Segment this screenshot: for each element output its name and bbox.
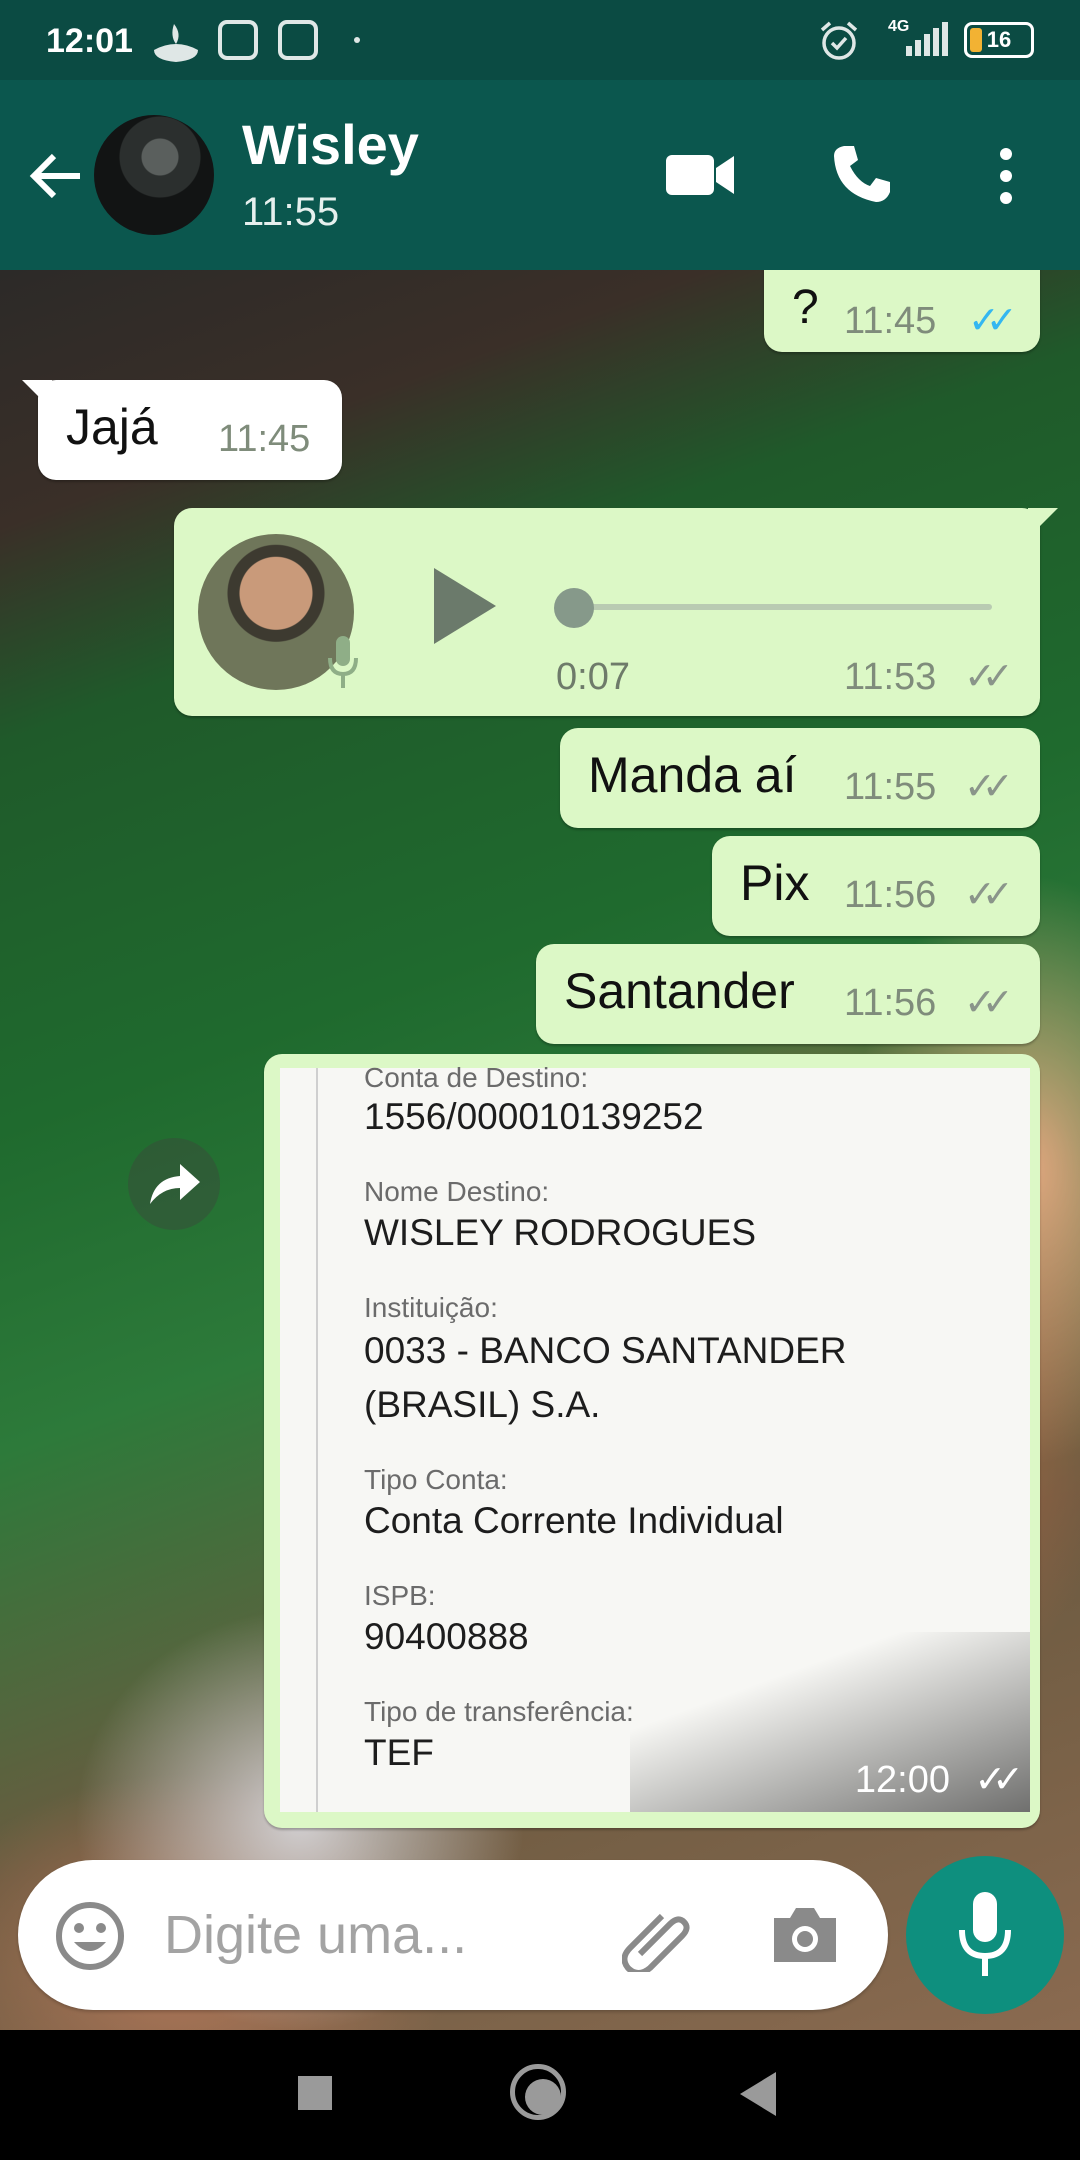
signal-icon bbox=[906, 22, 948, 56]
receipt-label: Tipo de transferência: bbox=[364, 1696, 634, 1727]
forward-icon bbox=[150, 1164, 200, 1204]
receipt-value: 90400888 bbox=[364, 1616, 529, 1657]
audio-progress-track[interactable] bbox=[574, 604, 992, 610]
message-bubble-outgoing[interactable]: Pix 11:56 ✓✓ bbox=[712, 836, 1040, 936]
image-shade bbox=[630, 1632, 1030, 1812]
emoji-icon[interactable] bbox=[54, 1900, 126, 1972]
contact-last-seen: 11:55 bbox=[242, 190, 340, 234]
home-button-inner-icon bbox=[525, 2079, 561, 2115]
mic-icon bbox=[959, 1892, 1011, 1976]
message-text: ? bbox=[792, 281, 819, 334]
voice-message-bubble[interactable]: 0:07 11:53 ✓✓ bbox=[174, 508, 1058, 716]
play-icon[interactable] bbox=[434, 568, 496, 644]
system-navigation-bar bbox=[0, 2030, 1080, 2160]
receipt-label: Conta de Destino: bbox=[364, 1062, 589, 1093]
delivered-ticks-icon: ✓✓ bbox=[964, 766, 1014, 808]
message-bubble-outgoing[interactable]: ? 11:45 ✓✓ bbox=[764, 270, 1040, 352]
receipt-label: Instituição: bbox=[364, 1292, 498, 1323]
chat-header: Wisley 11:55 bbox=[0, 80, 1080, 270]
read-receipt-icon: ✓✓ bbox=[968, 300, 1018, 342]
receipt-value: WISLEY RODROGUES bbox=[364, 1212, 757, 1253]
status-time: 12:01 bbox=[46, 22, 133, 60]
audio-duration: 0:07 bbox=[556, 656, 630, 698]
delivered-ticks-icon: ✓✓ bbox=[974, 1759, 1024, 1801]
receipt-value: 1556/000010139252 bbox=[364, 1096, 704, 1137]
bubble-tail bbox=[1028, 508, 1058, 538]
voice-record-button[interactable] bbox=[906, 1856, 1064, 2014]
more-notifications-dot-icon bbox=[354, 37, 360, 43]
message-text: Jajá bbox=[66, 399, 158, 455]
delivered-ticks-icon: ✓✓ bbox=[964, 982, 1014, 1024]
message-text: Manda aí bbox=[588, 747, 797, 803]
mic-icon bbox=[328, 636, 358, 688]
bubble-tail bbox=[22, 380, 52, 410]
camera-icon[interactable] bbox=[770, 1904, 840, 1966]
receipt-label: ISPB: bbox=[364, 1580, 436, 1611]
alarm-icon bbox=[820, 21, 858, 60]
paperclip-icon[interactable] bbox=[622, 1902, 692, 1972]
battery-icon: 16 bbox=[964, 22, 1034, 58]
contact-name[interactable]: Wisley bbox=[242, 112, 419, 177]
receipt-value: 0033 - BANCO SANTANDER bbox=[364, 1330, 847, 1371]
message-time: 11:45 bbox=[218, 418, 311, 460]
status-bar: 12:01 4G 16 bbox=[0, 0, 1080, 80]
message-time: 11:53 bbox=[844, 656, 937, 698]
message-bubble-outgoing[interactable]: Manda aí 11:55 ✓✓ bbox=[560, 728, 1040, 828]
delivered-ticks-icon: ✓✓ bbox=[964, 874, 1014, 916]
message-time: 11:56 bbox=[844, 982, 937, 1024]
receipt-value: (BRASIL) S.A. bbox=[364, 1384, 601, 1425]
message-time: 12:00 bbox=[854, 1759, 950, 1801]
contact-avatar[interactable] bbox=[94, 115, 214, 235]
chat-background: ? 11:45 ✓✓ Jajá 11:45 0:07 11:53 ✓✓ Mand… bbox=[0, 270, 1080, 2030]
message-bubble-incoming[interactable]: Jajá 11:45 bbox=[22, 380, 342, 480]
video-call-icon[interactable] bbox=[664, 150, 736, 200]
message-text: Santander bbox=[564, 963, 795, 1019]
back-button[interactable] bbox=[740, 2072, 776, 2116]
arrow-left-icon[interactable] bbox=[26, 146, 86, 206]
battery-level: 16 bbox=[986, 27, 1012, 52]
message-time: 11:55 bbox=[844, 766, 937, 808]
message-input-bar[interactable]: Digite uma... bbox=[18, 1860, 888, 2010]
more-vert-icon[interactable] bbox=[992, 146, 1020, 206]
forward-button[interactable] bbox=[128, 1138, 220, 1230]
image-message-bubble[interactable]: Conta de Destino: 1556/000010139252 Nome… bbox=[264, 1054, 1040, 1828]
message-input-placeholder[interactable]: Digite uma... bbox=[164, 1904, 467, 1966]
audio-seek-knob[interactable] bbox=[554, 588, 594, 628]
message-text: Pix bbox=[740, 855, 810, 911]
recent-apps-button[interactable] bbox=[298, 2076, 332, 2110]
delivered-ticks-icon: ✓✓ bbox=[964, 656, 1014, 698]
receipt-margin bbox=[316, 1068, 318, 1812]
app-notification-icon bbox=[278, 20, 318, 60]
receipt-label: Tipo Conta: bbox=[364, 1464, 508, 1495]
receipt-image[interactable]: Conta de Destino: 1556/000010139252 Nome… bbox=[280, 1062, 1030, 1812]
phone-icon[interactable] bbox=[830, 142, 894, 206]
message-bubble-outgoing[interactable]: Santander 11:56 ✓✓ bbox=[536, 944, 1040, 1044]
receipt-value: Conta Corrente Individual bbox=[364, 1500, 784, 1541]
app-notification-icon bbox=[218, 20, 258, 60]
message-time: 11:56 bbox=[844, 874, 937, 916]
receipt-label: Nome Destino: bbox=[364, 1176, 550, 1207]
message-time: 11:45 bbox=[844, 300, 937, 342]
receipt-value: TEF bbox=[364, 1732, 434, 1773]
santander-flame-icon bbox=[154, 24, 198, 62]
